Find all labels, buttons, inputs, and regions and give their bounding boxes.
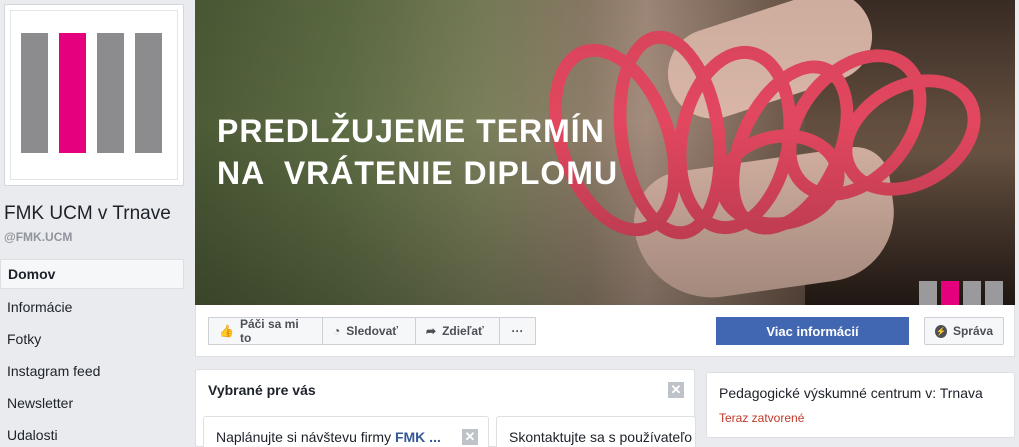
close-icon[interactable]: ✕ bbox=[462, 429, 478, 445]
share-button[interactable]: ➦ Zdieľať bbox=[415, 317, 500, 345]
page-name[interactable]: FMK UCM v Trnave bbox=[4, 203, 171, 225]
page-handle[interactable]: @FMK.UCM bbox=[4, 230, 72, 244]
more-options-button[interactable]: ··· bbox=[499, 317, 536, 345]
cover-mini-logo bbox=[919, 281, 1003, 305]
message-button[interactable]: ⚡ Správa bbox=[924, 317, 1004, 345]
page-action-bar: 👍 Páči sa mi to ◔ Sledovať ➦ Zdieľať ···… bbox=[195, 305, 1015, 357]
cover-photo[interactable]: PREDLŽUJEME TERMÍN NA VRÁTENIE DIPLOMU bbox=[195, 0, 1015, 305]
nav-item-domov[interactable]: Domov bbox=[0, 259, 184, 289]
nav-item-instagram-feed[interactable]: Instagram feed bbox=[0, 355, 184, 387]
follow-button[interactable]: ◔ Sledovať bbox=[322, 317, 416, 345]
nav-item-informacie[interactable]: Informácie bbox=[0, 291, 184, 323]
more-icon: ··· bbox=[511, 324, 524, 338]
profile-picture-frame[interactable] bbox=[4, 4, 184, 186]
messenger-icon: ⚡ bbox=[935, 324, 947, 338]
left-nav: Domov Informácie Fotky Instagram feed Ne… bbox=[0, 259, 184, 447]
cover-headline: PREDLŽUJEME TERMÍN NA VRÁTENIE DIPLOMU bbox=[217, 113, 619, 191]
like-button[interactable]: 👍 Páči sa mi to bbox=[208, 317, 323, 345]
recommended-card-visit[interactable]: Naplánujte si návštevu firmy FMK ... ✕ bbox=[203, 416, 489, 447]
place-title[interactable]: Pedagogické výskumné centrum v: Trnava bbox=[719, 385, 983, 401]
more-info-button[interactable]: Viac informácií bbox=[716, 317, 909, 345]
opening-status: Teraz zatvorené bbox=[719, 411, 805, 425]
nav-item-newsletter[interactable]: Newsletter bbox=[0, 387, 184, 419]
close-icon[interactable]: ✕ bbox=[668, 382, 684, 398]
profile-picture[interactable] bbox=[10, 10, 178, 180]
nav-item-fotky[interactable]: Fotky bbox=[0, 323, 184, 355]
recommended-card-contact[interactable]: Skontaktujte sa s používateľo bbox=[496, 416, 696, 447]
rss-icon: ◔ bbox=[333, 324, 341, 338]
fmk-logo bbox=[21, 33, 167, 157]
share-arrow-icon: ➦ bbox=[426, 324, 437, 338]
place-info-panel[interactable]: Pedagogické výskumné centrum v: Trnava T… bbox=[706, 372, 1015, 438]
thumbs-up-icon: 👍 bbox=[219, 324, 234, 338]
nav-item-udalosti[interactable]: Udalosti bbox=[0, 419, 184, 447]
recommended-title: Vybrané pre vás bbox=[208, 382, 316, 398]
recommended-panel: Vybrané pre vás ✕ Naplánujte si návštevu… bbox=[195, 369, 696, 447]
